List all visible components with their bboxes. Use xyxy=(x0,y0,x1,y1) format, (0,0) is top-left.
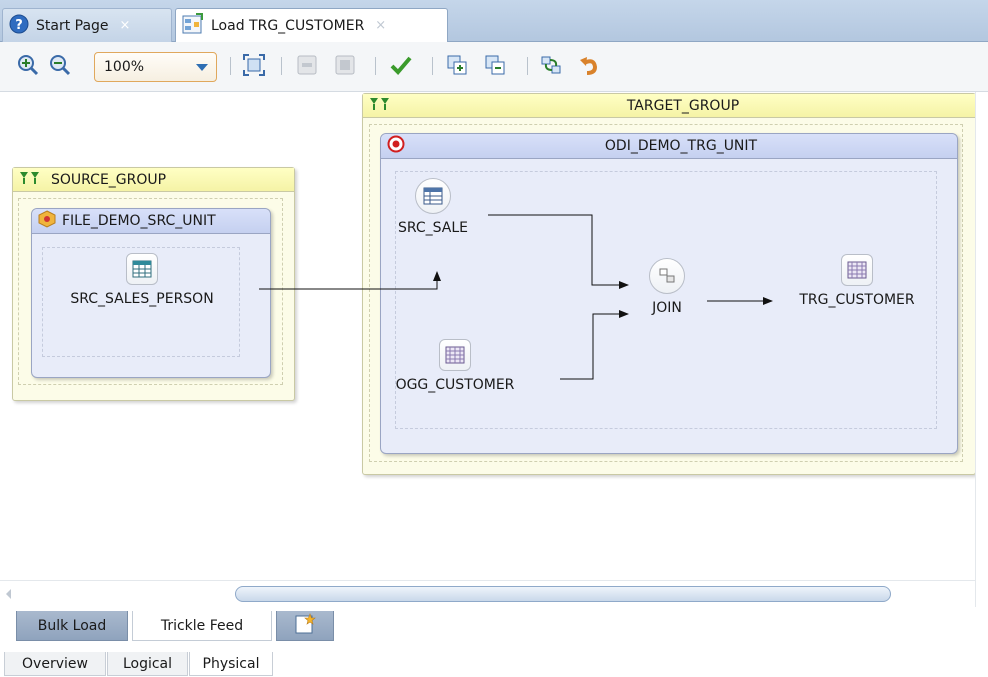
trg-customer-label: TRG_CUSTOMER xyxy=(799,292,915,308)
file-unit-icon xyxy=(38,210,56,232)
tab-logical[interactable]: Logical xyxy=(107,652,188,676)
src-sale-node[interactable]: SRC_SALE xyxy=(383,178,483,236)
undo-icon[interactable] xyxy=(575,52,603,78)
fit-to-window-icon[interactable] xyxy=(240,52,268,78)
new-deployment-button[interactable] xyxy=(276,611,334,641)
validate-icon[interactable] xyxy=(387,52,415,78)
src-sale-label: SRC_SALE xyxy=(397,220,469,236)
join-node[interactable]: JOIN xyxy=(632,258,702,316)
tab-physical[interactable]: Physical xyxy=(189,652,273,676)
new-deployment-icon xyxy=(294,612,316,639)
source-group-header: SOURCE_GROUP xyxy=(13,168,294,192)
file-demo-src-unit-header: FILE_DEMO_SRC_UNIT xyxy=(32,209,270,234)
view-datastore-icon xyxy=(415,178,451,214)
horizontal-scrollbar[interactable] xyxy=(0,580,975,607)
target-group[interactable]: TARGET_GROUP ODI_DEMO_TRG_UNIT SRC_SALE xyxy=(362,93,976,475)
target-group-title: TARGET_GROUP xyxy=(626,97,740,114)
source-group-title: SOURCE_GROUP xyxy=(51,171,167,188)
datastore-icon xyxy=(126,253,158,285)
zoom-in-icon[interactable] xyxy=(14,52,42,78)
paste-icon[interactable] xyxy=(481,52,509,78)
src-sales-person-node[interactable]: SRC_SALES_PERSON xyxy=(52,253,232,307)
close-icon[interactable]: × xyxy=(375,18,386,33)
help-icon: ? xyxy=(9,14,29,38)
ogg-customer-label: OGG_CUSTOMER xyxy=(395,377,515,393)
zoom-level-select[interactable]: 100% xyxy=(94,52,217,82)
toolbar-separator xyxy=(281,57,282,75)
editor-tab-strip: ? Start Page × Load TRG_CUSTOMER × xyxy=(0,0,988,43)
file-demo-src-unit-title: FILE_DEMO_SRC_UNIT xyxy=(62,213,216,229)
target-unit-icon xyxy=(387,135,405,157)
toolbar-separator xyxy=(527,57,528,75)
chevron-down-icon xyxy=(196,64,208,71)
collapse-icon xyxy=(293,52,321,78)
tab-overview-label: Overview xyxy=(22,655,88,672)
execution-group-icon xyxy=(19,171,41,189)
close-icon[interactable]: × xyxy=(120,18,131,33)
join-label: JOIN xyxy=(652,300,682,316)
toolbar-separator xyxy=(375,57,376,75)
mapping-icon xyxy=(182,12,204,39)
toolbar-separator xyxy=(432,57,433,75)
src-sales-person-label: SRC_SALES_PERSON xyxy=(70,291,214,307)
odi-demo-trg-unit-title: ODI_DEMO_TRG_UNIT xyxy=(604,138,758,154)
vertical-scrollbar[interactable] xyxy=(975,92,988,607)
tab-load-trg-customer[interactable]: Load TRG_CUSTOMER × xyxy=(175,8,448,43)
expand-icon xyxy=(331,52,359,78)
tab-physical-label: Physical xyxy=(202,655,260,672)
tab-load-label: Load TRG_CUSTOMER xyxy=(211,17,365,34)
tab-trickle-feed[interactable]: Trickle Feed xyxy=(132,611,272,641)
zoom-level-value: 100% xyxy=(104,59,145,75)
trg-customer-node[interactable]: TRG_CUSTOMER xyxy=(777,254,937,308)
tab-trickle-feed-label: Trickle Feed xyxy=(160,617,244,634)
tab-start-page[interactable]: ? Start Page × xyxy=(2,8,172,42)
odi-demo-trg-unit[interactable]: ODI_DEMO_TRG_UNIT SRC_SALE OGG_CUSTOMER xyxy=(380,133,958,454)
tab-logical-label: Logical xyxy=(122,655,173,672)
datastore-icon xyxy=(841,254,873,286)
mapping-canvas[interactable]: SOURCE_GROUP FILE_DEMO_SRC_UNIT SRC_SALE… xyxy=(0,92,976,580)
join-icon xyxy=(649,258,685,294)
tab-bulk-load-label: Bulk Load xyxy=(37,617,107,634)
copy-icon[interactable] xyxy=(443,52,471,78)
refresh-icon[interactable] xyxy=(537,52,565,78)
deployment-tabs: Bulk Load Trickle Feed xyxy=(0,607,988,647)
scroll-left-icon[interactable] xyxy=(6,589,11,599)
target-group-header: TARGET_GROUP xyxy=(363,94,975,118)
execution-group-icon xyxy=(369,97,391,115)
scrollbar-thumb[interactable] xyxy=(235,586,891,602)
diagram-toolbar: 100% xyxy=(0,42,988,92)
toolbar-separator xyxy=(230,57,231,75)
datastore-icon xyxy=(439,339,471,371)
file-demo-src-unit[interactable]: FILE_DEMO_SRC_UNIT SRC_SALES_PERSON xyxy=(31,208,271,378)
mapping-view-tabs: Overview Logical Physical xyxy=(0,647,988,677)
tab-overview[interactable]: Overview xyxy=(4,652,106,676)
zoom-out-icon[interactable] xyxy=(46,52,74,78)
ogg-customer-node[interactable]: OGG_CUSTOMER xyxy=(385,339,525,393)
tab-start-page-label: Start Page xyxy=(36,17,109,34)
source-group[interactable]: SOURCE_GROUP FILE_DEMO_SRC_UNIT SRC_SALE… xyxy=(12,167,295,401)
svg-text:?: ? xyxy=(15,18,23,33)
tab-bulk-load[interactable]: Bulk Load xyxy=(16,611,128,641)
odi-demo-trg-unit-header: ODI_DEMO_TRG_UNIT xyxy=(381,134,957,159)
